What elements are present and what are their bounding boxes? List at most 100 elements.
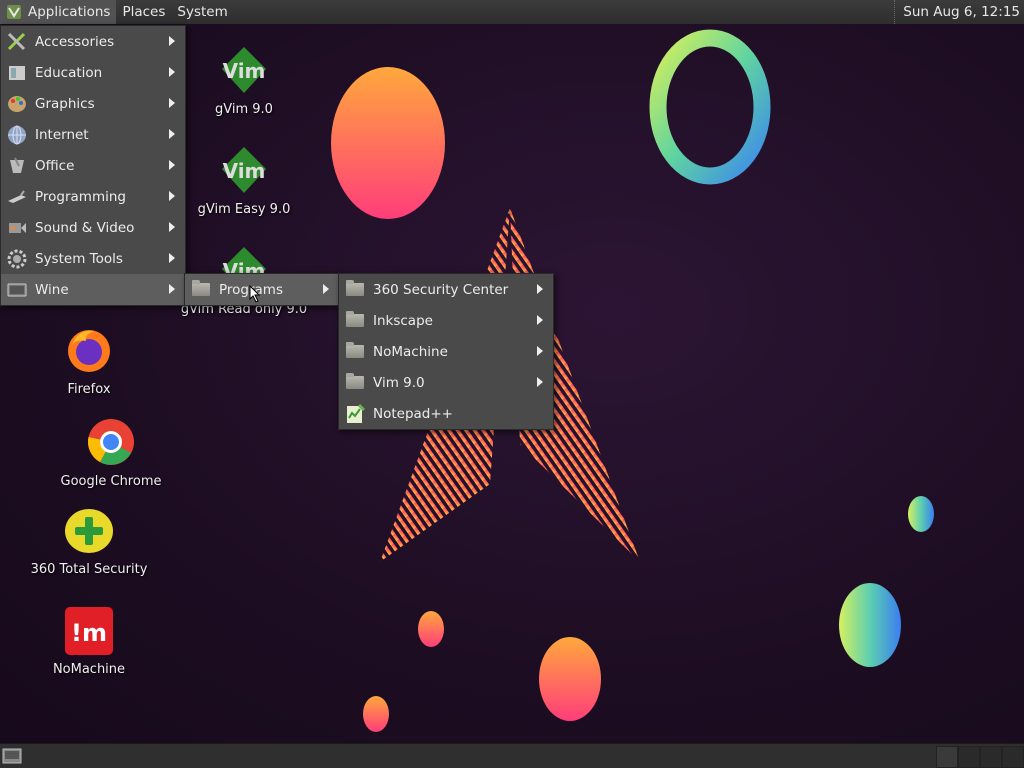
menu-item-internet[interactable]: Internet (1, 119, 185, 150)
desktop-icon-label: NoMachine (52, 662, 126, 677)
applications-menu: Accessories Education Graphics Internet … (0, 25, 186, 306)
submenu-arrow-icon (169, 98, 175, 108)
orange-circle-large (331, 67, 445, 219)
workspace-3[interactable] (980, 746, 1002, 768)
menu-item-label: Accessories (35, 33, 115, 50)
mouse-pointer-icon (249, 285, 261, 303)
desktop-icon-gvim[interactable]: Vim gVim 9.0 (179, 45, 309, 117)
menu-item-programming[interactable]: Programming (1, 181, 185, 212)
programs-submenu: 360 Security Center Inkscape NoMachine V… (338, 273, 554, 430)
submenu-arrow-icon (537, 346, 543, 356)
menu-item-label: NoMachine (373, 343, 448, 360)
menu-item-graphics[interactable]: Graphics (1, 88, 185, 119)
workspace-2[interactable] (958, 746, 980, 768)
folder-icon (346, 342, 364, 358)
wine-icon (6, 279, 28, 301)
menu-item-label: Wine (35, 281, 69, 298)
menu-item-label: Sound & Video (35, 219, 135, 236)
menu-item-label: Notepad++ (373, 405, 453, 422)
submenu-arrow-icon (169, 222, 175, 232)
bottom-panel (0, 743, 1024, 768)
submenu-arrow-icon (169, 67, 175, 77)
menu-item-label: Graphics (35, 95, 95, 112)
applications-menu-button[interactable]: Applications (0, 0, 117, 24)
top-panel: Applications Places System Sun Aug 6, 12… (0, 0, 1024, 25)
folder-icon (346, 280, 364, 296)
desktop-icon-nomachine[interactable]: !m NoMachine (24, 607, 154, 677)
workspace-1[interactable] (936, 746, 958, 768)
desktop-icon-firefox[interactable]: Firefox (24, 325, 154, 397)
menu-item-programs[interactable]: Programs (185, 274, 339, 305)
blue-ellipse-small (908, 496, 934, 532)
menu-item-notepadpp[interactable]: Notepad++ (339, 398, 553, 429)
places-menu-button[interactable]: Places (116, 0, 171, 24)
wine-submenu: Programs (184, 273, 340, 306)
desktop-icon-360-security[interactable]: 360 Total Security (24, 507, 154, 577)
menu-item-vim-9[interactable]: Vim 9.0 (339, 367, 553, 398)
svg-text:Vim: Vim (223, 59, 266, 83)
chrome-icon (87, 419, 134, 465)
submenu-arrow-icon (169, 36, 175, 46)
svg-text:!m: !m (71, 619, 107, 647)
desktop-icon-label: 360 Total Security (30, 562, 148, 577)
ring-shape (649, 29, 771, 185)
menu-item-accessories[interactable]: Accessories (1, 26, 185, 57)
menu-item-label: 360 Security Center (373, 281, 509, 298)
folder-icon (346, 311, 364, 327)
applications-label: Applications (28, 4, 111, 20)
orange-dot-1 (418, 611, 444, 647)
orange-dot-2 (539, 637, 601, 721)
folder-icon (192, 280, 210, 296)
desktop-icon-label: Firefox (67, 382, 111, 397)
submenu-arrow-icon (537, 377, 543, 387)
desktop-icon-label: Google Chrome (60, 474, 162, 489)
menu-item-wine[interactable]: Wine (1, 274, 185, 305)
show-desktop-icon[interactable] (2, 747, 22, 765)
submenu-arrow-icon (537, 284, 543, 294)
gvim-icon: Vim (222, 147, 266, 193)
nomachine-icon: !m (65, 607, 113, 655)
submenu-arrow-icon (169, 284, 175, 294)
360-security-icon (65, 509, 113, 553)
desktop-icon-label: gVim Easy 9.0 (197, 202, 291, 217)
menu-item-label: Programming (35, 188, 126, 205)
education-icon (6, 62, 28, 84)
desktop-icon-label: gVim 9.0 (215, 102, 273, 117)
office-icon (6, 155, 28, 177)
programming-icon (6, 186, 28, 208)
sound-video-icon (6, 217, 28, 239)
menu-item-nomachine[interactable]: NoMachine (339, 336, 553, 367)
menu-item-system-tools[interactable]: System Tools (1, 243, 185, 274)
menu-item-label: Vim 9.0 (373, 374, 425, 391)
menu-item-label: Office (35, 157, 75, 174)
menu-item-inkscape[interactable]: Inkscape (339, 305, 553, 336)
desktop-icon-gvim-easy[interactable]: Vim gVim Easy 9.0 (179, 145, 309, 217)
svg-text:Vim: Vim (223, 159, 266, 183)
menu-item-360-security-center[interactable]: 360 Security Center (339, 274, 553, 305)
orange-dot-3 (363, 696, 389, 732)
firefox-icon (68, 330, 110, 372)
menu-item-label: Internet (35, 126, 89, 143)
clock[interactable]: Sun Aug 6, 12:15 (894, 0, 1020, 24)
workspace-4[interactable] (1002, 746, 1024, 768)
submenu-arrow-icon (323, 284, 329, 294)
menu-item-education[interactable]: Education (1, 57, 185, 88)
internet-globe-icon (6, 124, 28, 146)
system-tools-gear-icon (6, 248, 28, 270)
menu-item-sound-video[interactable]: Sound & Video (1, 212, 185, 243)
mate-logo-icon (7, 5, 21, 19)
system-menu-button[interactable]: System (171, 0, 233, 24)
folder-icon (346, 373, 364, 389)
submenu-arrow-icon (169, 191, 175, 201)
submenu-arrow-icon (169, 253, 175, 263)
menu-item-label: Inkscape (373, 312, 433, 329)
accessories-icon (6, 31, 28, 53)
submenu-arrow-icon (169, 129, 175, 139)
menu-item-label: System Tools (35, 250, 123, 267)
notepadpp-icon (344, 403, 366, 425)
menu-item-office[interactable]: Office (1, 150, 185, 181)
graphics-icon (6, 93, 28, 115)
desktop-icon-chrome[interactable]: Google Chrome (46, 417, 176, 489)
submenu-arrow-icon (169, 160, 175, 170)
gvim-icon: Vim (222, 47, 266, 93)
